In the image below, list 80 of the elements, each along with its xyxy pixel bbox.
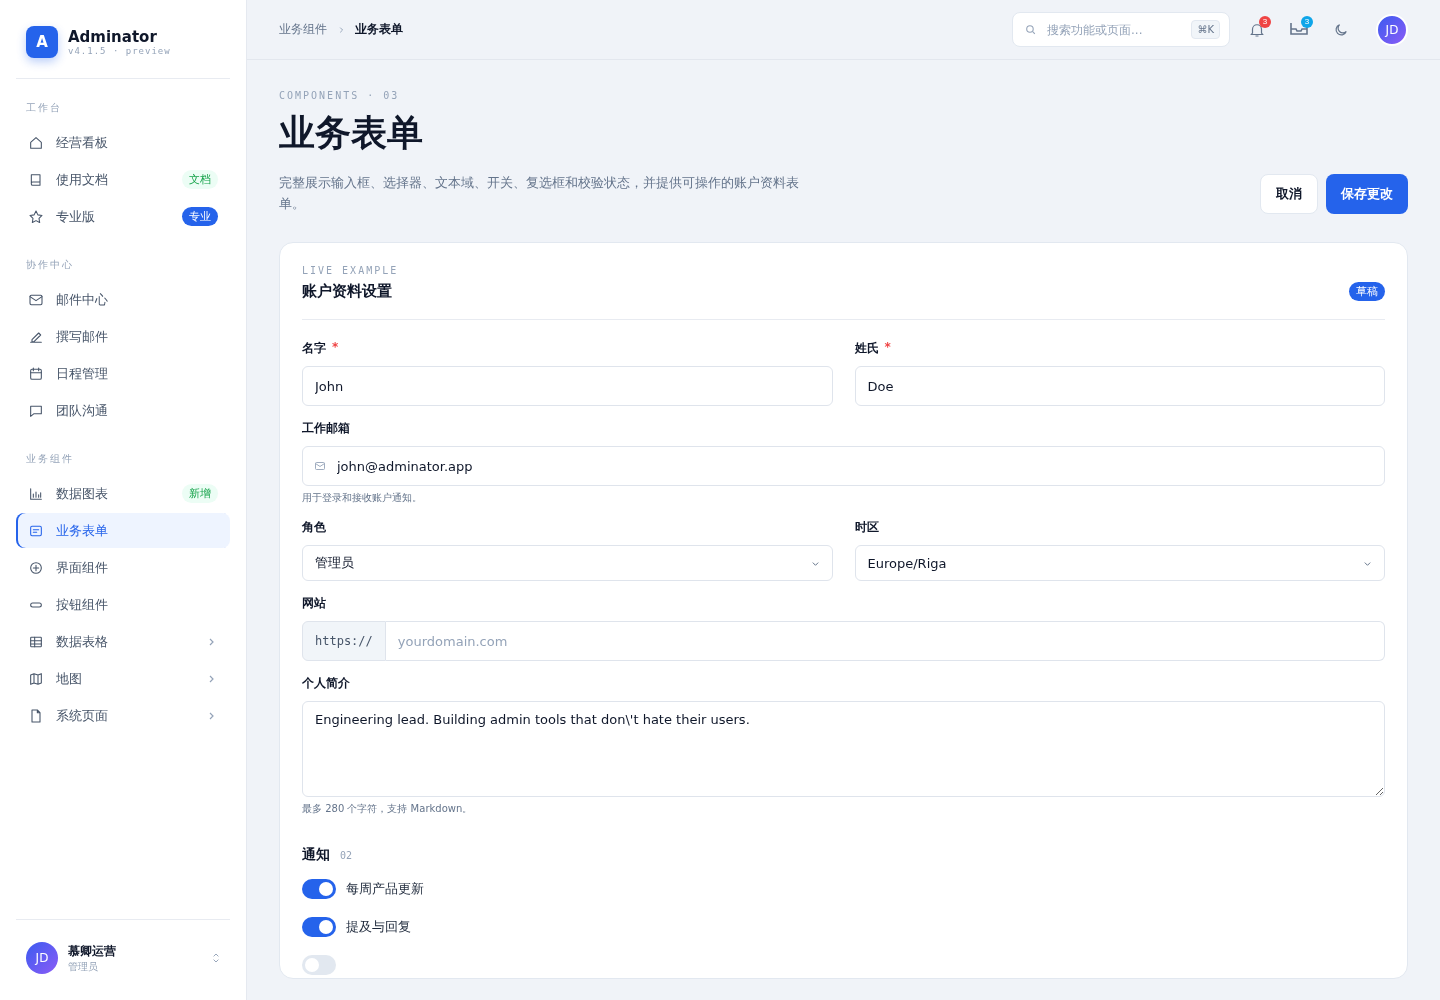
save-button[interactable]: 保存更改 [1326, 174, 1408, 214]
required-mark: * [884, 340, 891, 356]
user-role: 管理员 [68, 959, 99, 974]
user-avatar: JD [26, 942, 58, 974]
sidebar-item[interactable]: 使用文档 文档 [16, 162, 230, 197]
bar-chart-icon [28, 485, 44, 502]
field-label: 角色 [302, 519, 326, 536]
field-label: 网站 [302, 595, 326, 612]
sidebar-item[interactable]: 界面组件 [16, 550, 230, 585]
field-label: 个人简介 [302, 675, 350, 692]
nav-badge: 新增 [182, 484, 218, 503]
toggle-label: 每周产品更新 [346, 880, 424, 898]
nav-badge: 文档 [182, 170, 218, 189]
required-mark: * [332, 340, 339, 356]
message-count: 3 [1301, 15, 1313, 28]
expand-icon[interactable] [212, 951, 220, 965]
field-hint: 最多 280 个字符，支持 Markdown。 [302, 802, 474, 816]
avatar-button[interactable]: JD [1376, 13, 1408, 46]
breadcrumb-link[interactable]: 业务组件 [279, 21, 327, 38]
toggle-switch[interactable] [302, 955, 336, 975]
page-title: 业务表单 [279, 111, 423, 155]
select-field[interactable]: Europe/Riga [854, 545, 1385, 581]
toggle-switch[interactable] [302, 917, 336, 937]
star-icon [28, 208, 44, 225]
user-name: 慕卿运营 [68, 942, 117, 960]
notification-count: 3 [1259, 15, 1271, 28]
card-eyebrow: LIVE EXAMPLE [302, 265, 399, 276]
sidebar-item[interactable]: 撰写邮件 [16, 319, 230, 354]
select-field[interactable]: 管理员 [302, 545, 833, 581]
home-icon [28, 134, 44, 151]
logo: A [26, 26, 58, 58]
chevron-icon [337, 25, 345, 34]
toggle-switch[interactable] [302, 879, 336, 899]
shortcut-key: ⌘K [1191, 20, 1220, 39]
page-description: 完整展示输入框、选择器、文本域、开关、复选框和校验状态，并提供可操作的账户资料表单。 [279, 174, 799, 213]
sidebar-item[interactable]: 地图 [16, 661, 230, 696]
email-field[interactable]: john@adminator.app [302, 446, 1385, 486]
section-title: 业务组件 [25, 452, 75, 466]
field-hint: 用于登录和接收账户通知。 [302, 491, 423, 505]
notifications-button[interactable]: 3 [1242, 14, 1272, 45]
brand-name: Adminator [68, 28, 158, 46]
sidebar-item[interactable]: 数据图表 新增 [16, 476, 230, 511]
section-count: 02 [340, 850, 353, 861]
url-field[interactable]: yourdomain.com [385, 621, 1385, 661]
book-icon [28, 171, 44, 188]
sidebar-item[interactable]: 数据表格 [16, 624, 230, 659]
sidebar-item[interactable]: 系统页面 [16, 698, 230, 733]
calendar-icon [28, 365, 44, 382]
file-icon [28, 707, 44, 724]
field-label: 时区 [854, 519, 879, 536]
mail-icon [314, 460, 326, 472]
page-eyebrow: COMPONENTS · 03 [279, 90, 400, 101]
version-text: v4.1.5 · preview [68, 45, 171, 56]
search-icon [1024, 23, 1037, 36]
bio-textarea[interactable]: Engineering lead. Building admin tools that don\'t hate their users. [302, 701, 1385, 797]
field-label: 工作邮箱 [302, 420, 350, 437]
section-title: 通知 [302, 846, 330, 864]
sidebar-item[interactable]: 团队沟通 [16, 393, 230, 428]
inbox-icon [1290, 21, 1308, 35]
sidebar-item[interactable]: 按钮组件 [16, 587, 230, 622]
sidebar-item[interactable]: 业务表单 [16, 513, 230, 548]
card-title: 账户资料设置 [302, 282, 393, 301]
toggle-label: 提及与回复 [346, 918, 411, 936]
sidebar-item[interactable]: 邮件中心 [16, 282, 230, 317]
section-title: 协作中心 [25, 258, 75, 272]
breadcrumb-link[interactable]: 业务表单 [355, 21, 403, 38]
field-label: 名字 [302, 340, 326, 357]
sidebar-item[interactable]: 专业版 专业 [16, 199, 230, 234]
sidebar-item[interactable]: 经营看板 [16, 125, 230, 160]
plus-circle-icon [28, 559, 44, 576]
sidebar-item[interactable]: 日程管理 [16, 356, 230, 391]
input-field[interactable]: John [302, 366, 833, 406]
map-icon [28, 670, 44, 687]
nav-badge: 专业 [182, 207, 218, 226]
cancel-button[interactable]: 取消 [1260, 174, 1318, 214]
section-title: 工作台 [25, 101, 63, 115]
input-field[interactable]: Doe [854, 366, 1385, 406]
field-label: 姓氏 [854, 340, 879, 357]
url-prefix: https:// [302, 621, 386, 661]
status-badge: 草稿 [1349, 282, 1385, 301]
